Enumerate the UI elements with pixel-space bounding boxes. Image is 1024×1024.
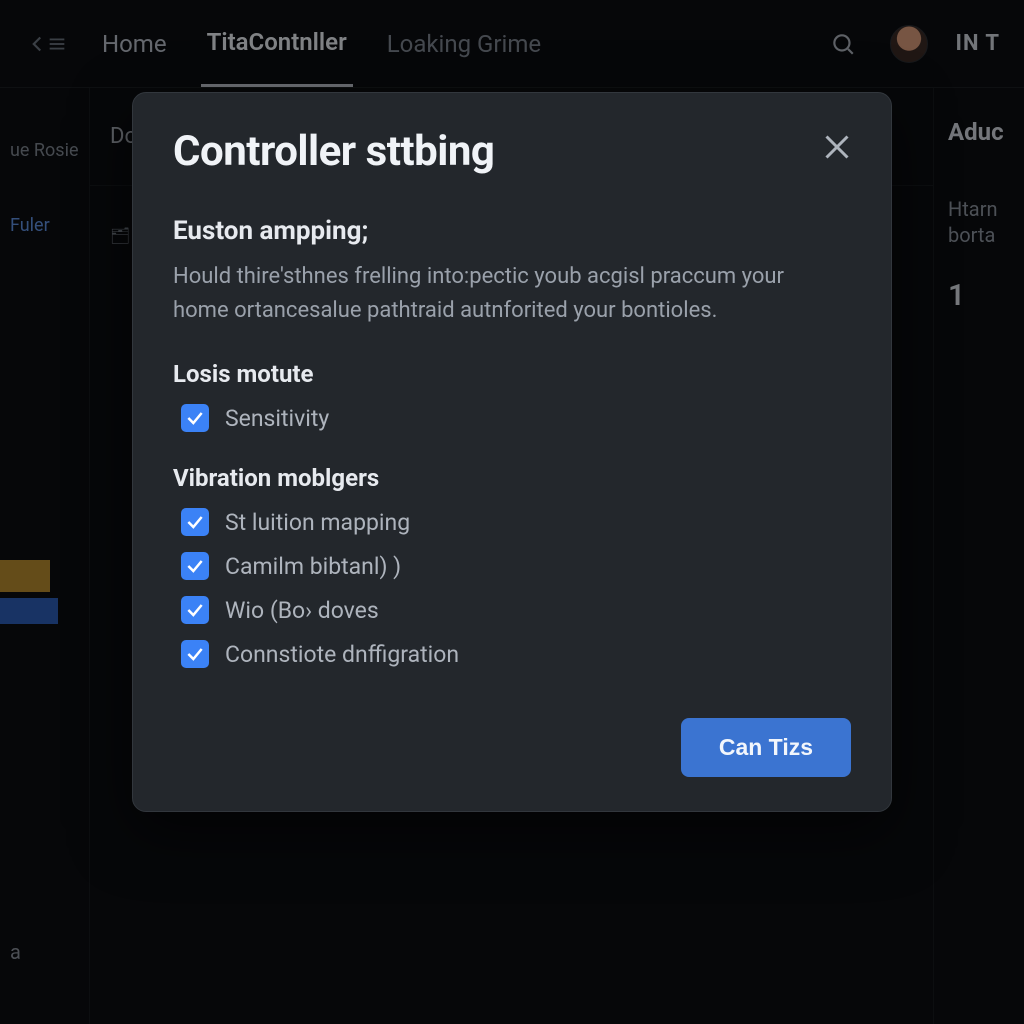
check-row-v0: St luition mapping [173,508,851,536]
close-icon[interactable] [813,123,861,171]
modal-footer: Can Tizs [173,718,851,777]
checkbox-v2-label: Wio (Bo› doves [225,597,379,624]
section-mapping-title: Euston ampping; [173,216,851,246]
modal-title: Controller sttbing [173,127,851,176]
checkbox-v3-label: Connstiote dnffigration [225,641,459,668]
subhead-vibration: Vibration moblgers [173,464,851,492]
checkbox-v1[interactable] [181,552,209,580]
checkbox-v3[interactable] [181,640,209,668]
controller-settings-modal: Controller sttbing Euston ampping; Hould… [132,92,892,812]
check-row-sensitivity: Sensitivity [173,404,851,432]
check-row-v2: Wio (Bo› doves [173,596,851,624]
checkbox-sensitivity-label: Sensitivity [225,405,329,432]
checkbox-v2[interactable] [181,596,209,624]
subhead-losis: Losis motute [173,360,851,388]
section-mapping-desc: Hould thire'sthnes frelling into:pectic … [173,260,813,328]
checkbox-v1-label: Camilm bibtanl) ) [225,553,401,580]
check-row-v3: Connstiote dnffigration [173,640,851,668]
checkbox-v0-label: St luition mapping [225,509,410,536]
modal-overlay: Controller sttbing Euston ampping; Hould… [0,0,1024,1024]
confirm-button[interactable]: Can Tizs [681,718,851,777]
check-row-v1: Camilm bibtanl) ) [173,552,851,580]
checkbox-v0[interactable] [181,508,209,536]
checkbox-sensitivity[interactable] [181,404,209,432]
